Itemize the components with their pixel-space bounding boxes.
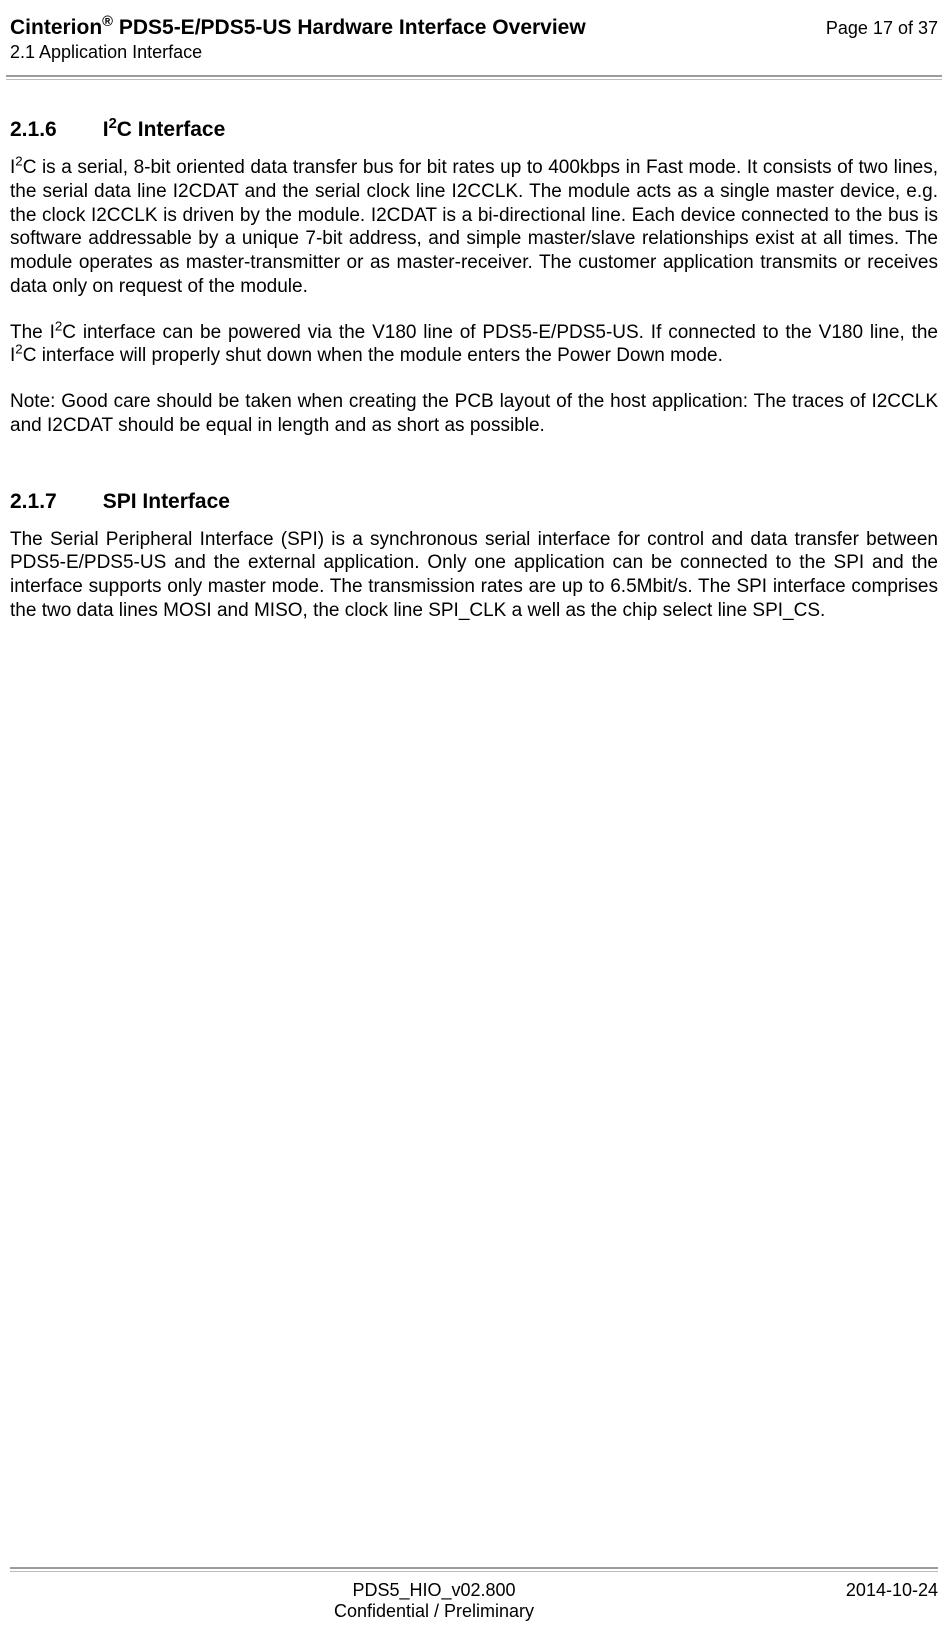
title-remainder: PDS5-E/PDS5-US Hardware Interface Overvi…	[113, 16, 586, 39]
p1-sup: 2	[15, 154, 22, 169]
p1-post: C is a serial, 8-bit oriented data trans…	[10, 157, 938, 297]
document-title: Cinterion® PDS5-E/PDS5-US Hardware Inter…	[10, 16, 586, 40]
page-content: 2.1.6I2C Interface I2C is a serial, 8-bi…	[0, 80, 948, 623]
paragraph-i2c-power: The I2C interface can be powered via the…	[10, 321, 938, 369]
registered-mark: ®	[102, 14, 113, 30]
section-heading-i2c: 2.1.6I2C Interface	[10, 118, 938, 142]
section-spacer	[10, 460, 938, 490]
heading-post: C Interface	[117, 118, 226, 141]
footer-rule-thin	[10, 1571, 938, 1572]
confidentiality: Confidential / Preliminary	[70, 1601, 798, 1622]
header-rule	[6, 75, 942, 77]
page-header: Cinterion® PDS5-E/PDS5-US Hardware Inter…	[0, 0, 948, 75]
footer-center: PDS5_HIO_v02.800 Confidential / Prelimin…	[70, 1580, 798, 1622]
heading-text: SPI Interface	[103, 490, 230, 513]
product-name: Cinterion	[10, 16, 102, 39]
section-number: 2.1.7	[10, 490, 57, 514]
paragraph-i2c-intro: I2C is a serial, 8-bit oriented data tra…	[10, 156, 938, 299]
p2-a: The I	[10, 322, 55, 343]
section-path: 2.1 Application Interface	[10, 42, 586, 63]
p2-b-sup: 2	[15, 342, 22, 357]
paragraph-i2c-note: Note: Good care should be taken when cre…	[10, 390, 938, 438]
section-number: 2.1.6	[10, 118, 57, 142]
footer-rule	[10, 1567, 938, 1569]
section-heading-spi: 2.1.7 SPI Interface	[10, 490, 938, 514]
header-left: Cinterion® PDS5-E/PDS5-US Hardware Inter…	[10, 16, 586, 63]
doc-id: PDS5_HIO_v02.800	[70, 1580, 798, 1601]
paragraph-spi: The Serial Peripheral Interface (SPI) is…	[10, 528, 938, 623]
heading-sup: 2	[109, 116, 117, 132]
page-footer: PDS5_HIO_v02.800 Confidential / Prelimin…	[0, 1557, 948, 1642]
page-number: Page 17 of 37	[826, 16, 938, 39]
footer-row: PDS5_HIO_v02.800 Confidential / Prelimin…	[10, 1580, 938, 1622]
p2-c: C interface will properly shut down when…	[23, 345, 723, 366]
footer-date: 2014-10-24	[798, 1580, 938, 1601]
